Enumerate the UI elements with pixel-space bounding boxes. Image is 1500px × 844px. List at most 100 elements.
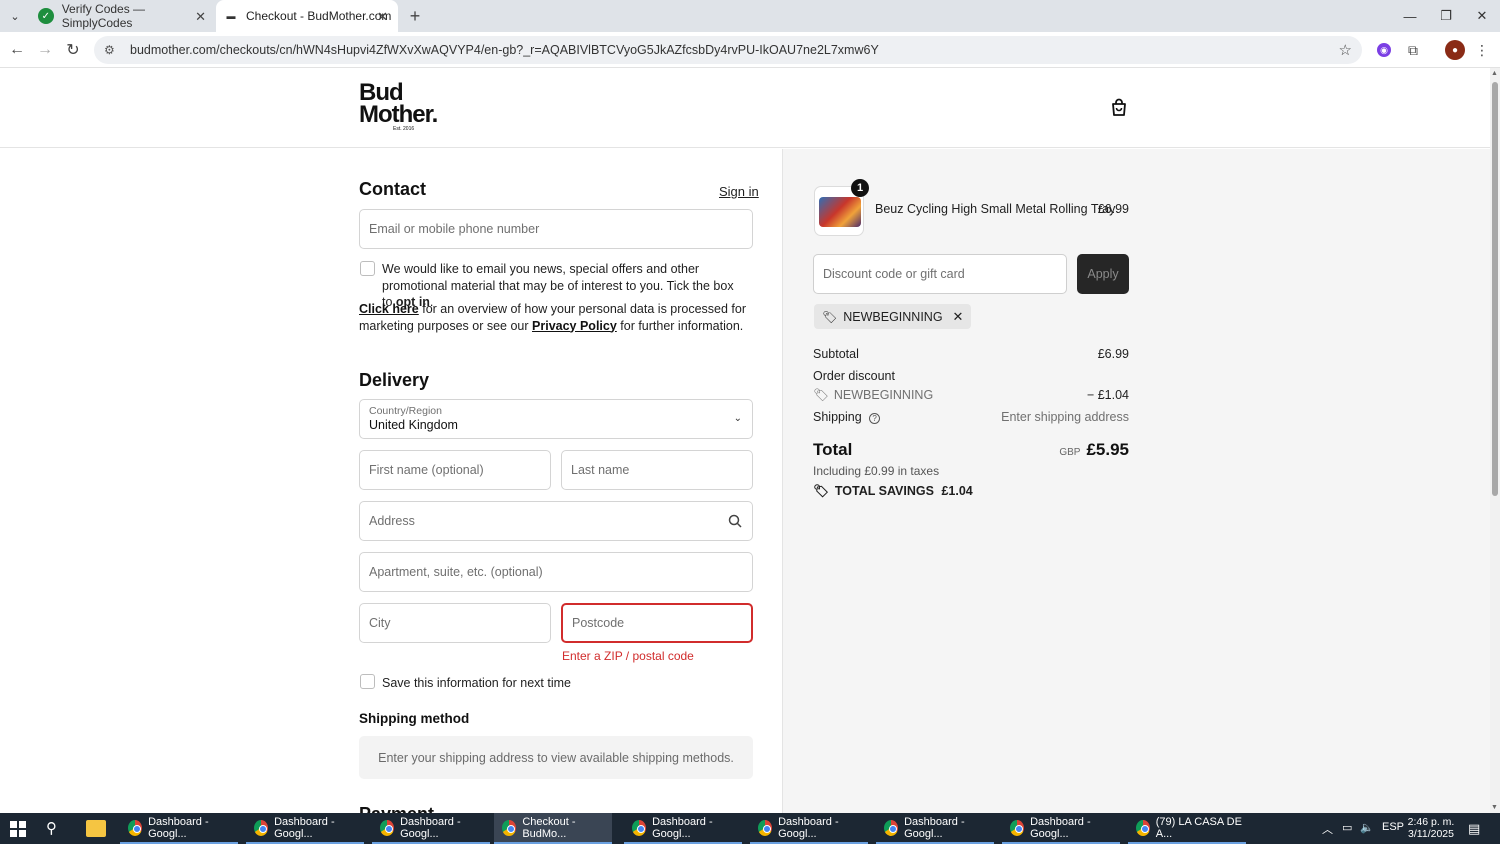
restore-icon[interactable]: ❐ bbox=[1428, 4, 1464, 28]
savings-value: £1.04 bbox=[941, 484, 973, 498]
discount-code-field[interactable]: Discount code or gift card bbox=[813, 254, 1067, 294]
taskbar-app-label: Checkout - BudMo... bbox=[522, 815, 576, 840]
windows-start-icon[interactable] bbox=[10, 821, 26, 837]
search-icon[interactable]: ⚲ bbox=[46, 819, 66, 839]
taskbar-app[interactable]: Dashboard - Googl... bbox=[750, 813, 868, 844]
product-image bbox=[819, 197, 861, 227]
delivery-heading: Delivery bbox=[359, 370, 430, 390]
apartment-field[interactable]: Apartment, suite, etc. (optional) bbox=[359, 552, 753, 592]
browser-tab-strip: ⌄ ✓ Verify Codes — SimplyCodes ✕ ▬ Check… bbox=[0, 0, 1500, 32]
budmother-logo[interactable]: Bud Mother. Est. 2016 bbox=[359, 81, 449, 133]
taskbar-app[interactable]: (79) LA CASA DE A... bbox=[1128, 813, 1246, 844]
extensions-puzzle-icon[interactable]: ⧉ bbox=[1403, 40, 1423, 60]
help-circle-icon[interactable]: ? bbox=[869, 413, 881, 424]
extension-purple-icon[interactable]: ◉ bbox=[1374, 40, 1394, 60]
url-bar[interactable]: ⚙ budmother.com/checkouts/cn/hWN4sHupvi4… bbox=[94, 36, 1362, 64]
sign-in-link[interactable]: Sign in bbox=[719, 184, 759, 199]
taskbar-app-active[interactable]: Checkout - BudMo... bbox=[494, 813, 612, 844]
total-savings-row: 🏷 TOTAL SAVINGS £1.04 bbox=[813, 484, 973, 499]
apartment-placeholder: Apartment, suite, etc. (optional) bbox=[369, 565, 543, 579]
kebab-menu-icon[interactable]: ⋮ bbox=[1472, 40, 1492, 60]
notifications-icon[interactable]: ▤ bbox=[1468, 821, 1480, 837]
optin-checkbox[interactable] bbox=[360, 261, 375, 276]
taskbar-app[interactable]: Dashboard - Googl... bbox=[624, 813, 742, 844]
privacy-policy-link[interactable]: Privacy Policy bbox=[532, 319, 617, 333]
product-price: £6.99 bbox=[1097, 202, 1129, 216]
first-name-field[interactable]: First name (optional) bbox=[359, 450, 551, 490]
window-close-icon[interactable]: ✕ bbox=[1464, 4, 1500, 28]
tray-chevron-up-icon[interactable]: ︿ bbox=[1322, 821, 1333, 837]
reload-icon[interactable]: ↻ bbox=[62, 39, 84, 61]
remove-discount-close-icon[interactable]: ✕ bbox=[953, 309, 964, 325]
country-value: United Kingdom bbox=[369, 418, 458, 432]
taskbar-app[interactable]: Dashboard - Googl... bbox=[372, 813, 490, 844]
close-icon[interactable]: ✕ bbox=[195, 9, 206, 25]
taskbar-app[interactable]: Dashboard - Googl... bbox=[876, 813, 994, 844]
last-name-field[interactable]: Last name bbox=[561, 450, 753, 490]
quantity-badge: 1 bbox=[851, 179, 869, 197]
postcode-field[interactable]: Postcode bbox=[561, 603, 753, 643]
click-here-link[interactable]: Click here bbox=[359, 302, 419, 316]
system-clock[interactable]: 2:46 p. m. 3/11/2025 bbox=[1403, 816, 1459, 840]
country-label: Country/Region bbox=[369, 405, 442, 417]
profile-avatar-icon[interactable]: ● bbox=[1445, 40, 1465, 60]
total-value: GBP £5.95 bbox=[1030, 440, 1129, 460]
scroll-up-arrow-icon[interactable]: ▲ bbox=[1491, 70, 1498, 77]
postcode-placeholder: Postcode bbox=[572, 616, 625, 630]
bookmark-star-icon[interactable]: ☆ bbox=[1339, 41, 1352, 59]
taskbar-app[interactable]: Dashboard - Googl... bbox=[1002, 813, 1120, 844]
tab-simplycodes[interactable]: ✓ Verify Codes — SimplyCodes ✕ bbox=[30, 0, 216, 32]
network-icon[interactable]: ▭ bbox=[1342, 821, 1352, 834]
chrome-icon bbox=[632, 819, 647, 836]
subtotal-value: £6.99 bbox=[1097, 347, 1129, 361]
country-select[interactable]: Country/Region United Kingdom ⌄ bbox=[359, 399, 753, 439]
taskbar-app-label: Dashboard - Googl... bbox=[274, 815, 335, 840]
shipping-method-placeholder: Enter your shipping address to view avai… bbox=[359, 736, 753, 779]
taskbar-app[interactable]: Dashboard - Googl... bbox=[120, 813, 238, 844]
url-text: budmother.com/checkouts/cn/hWN4sHupvi4Zf… bbox=[130, 43, 879, 57]
new-tab-plus-icon[interactable]: + bbox=[404, 5, 426, 27]
applied-discount-chip: 🏷 NEWBEGINNING ✕ bbox=[814, 304, 972, 329]
postcode-error: Enter a ZIP / postal code bbox=[562, 649, 694, 663]
tab-title: Checkout - BudMother.com bbox=[246, 9, 392, 23]
payment-heading: Payment bbox=[359, 804, 434, 813]
volume-icon[interactable]: 🔈 bbox=[1360, 821, 1374, 834]
tab-search-chevron-icon[interactable]: ⌄ bbox=[4, 6, 26, 26]
file-explorer-icon[interactable] bbox=[86, 820, 106, 837]
shipping-value: Enter shipping address bbox=[1001, 410, 1129, 424]
discount-placeholder: Discount code or gift card bbox=[823, 267, 965, 281]
simplycodes-icon: ✓ bbox=[38, 8, 54, 24]
taskbar-app-label: Dashboard - Googl... bbox=[652, 815, 713, 840]
chrome-icon bbox=[884, 819, 899, 836]
chrome-icon bbox=[502, 819, 517, 836]
total-currency: GBP bbox=[1059, 447, 1081, 458]
site-info-icon[interactable]: ⚙ bbox=[104, 43, 120, 57]
minimize-icon[interactable]: — bbox=[1392, 4, 1428, 28]
page-scrollbar[interactable]: ▲ ▼ bbox=[1490, 68, 1500, 813]
save-info-checkbox[interactable] bbox=[360, 674, 375, 689]
total-label: Total bbox=[813, 440, 853, 459]
scroll-down-arrow-icon[interactable]: ▼ bbox=[1491, 804, 1498, 811]
apply-discount-button[interactable]: Apply bbox=[1077, 254, 1129, 294]
chrome-icon bbox=[128, 819, 143, 836]
taskbar-app-label: Dashboard - Googl... bbox=[778, 815, 839, 840]
shopping-bag-icon[interactable] bbox=[1110, 98, 1128, 116]
address-field[interactable]: Address bbox=[359, 501, 753, 541]
address-placeholder: Address bbox=[369, 514, 415, 528]
last-name-placeholder: Last name bbox=[571, 463, 630, 477]
language-indicator[interactable]: ESP bbox=[1382, 821, 1404, 833]
forward-arrow-icon[interactable]: → bbox=[34, 39, 56, 61]
logo-line2: Mother. bbox=[359, 101, 438, 128]
discount-code-row: 🏷 NEWBEGINNING bbox=[813, 388, 933, 403]
close-icon[interactable]: ✕ bbox=[377, 9, 388, 25]
chrome-icon bbox=[254, 819, 269, 836]
scrollbar-thumb[interactable] bbox=[1492, 82, 1498, 496]
back-arrow-icon[interactable]: ← bbox=[6, 39, 28, 61]
email-field[interactable]: Email or mobile phone number bbox=[359, 209, 753, 249]
taskbar-app[interactable]: Dashboard - Googl... bbox=[246, 813, 364, 844]
city-field[interactable]: City bbox=[359, 603, 551, 643]
clock-date: 3/11/2025 bbox=[1408, 828, 1454, 840]
tab-budmother-checkout[interactable]: ▬ Checkout - BudMother.com ✕ bbox=[216, 0, 398, 32]
chrome-icon bbox=[380, 819, 395, 836]
tag-icon: 🏷 bbox=[813, 484, 829, 498]
